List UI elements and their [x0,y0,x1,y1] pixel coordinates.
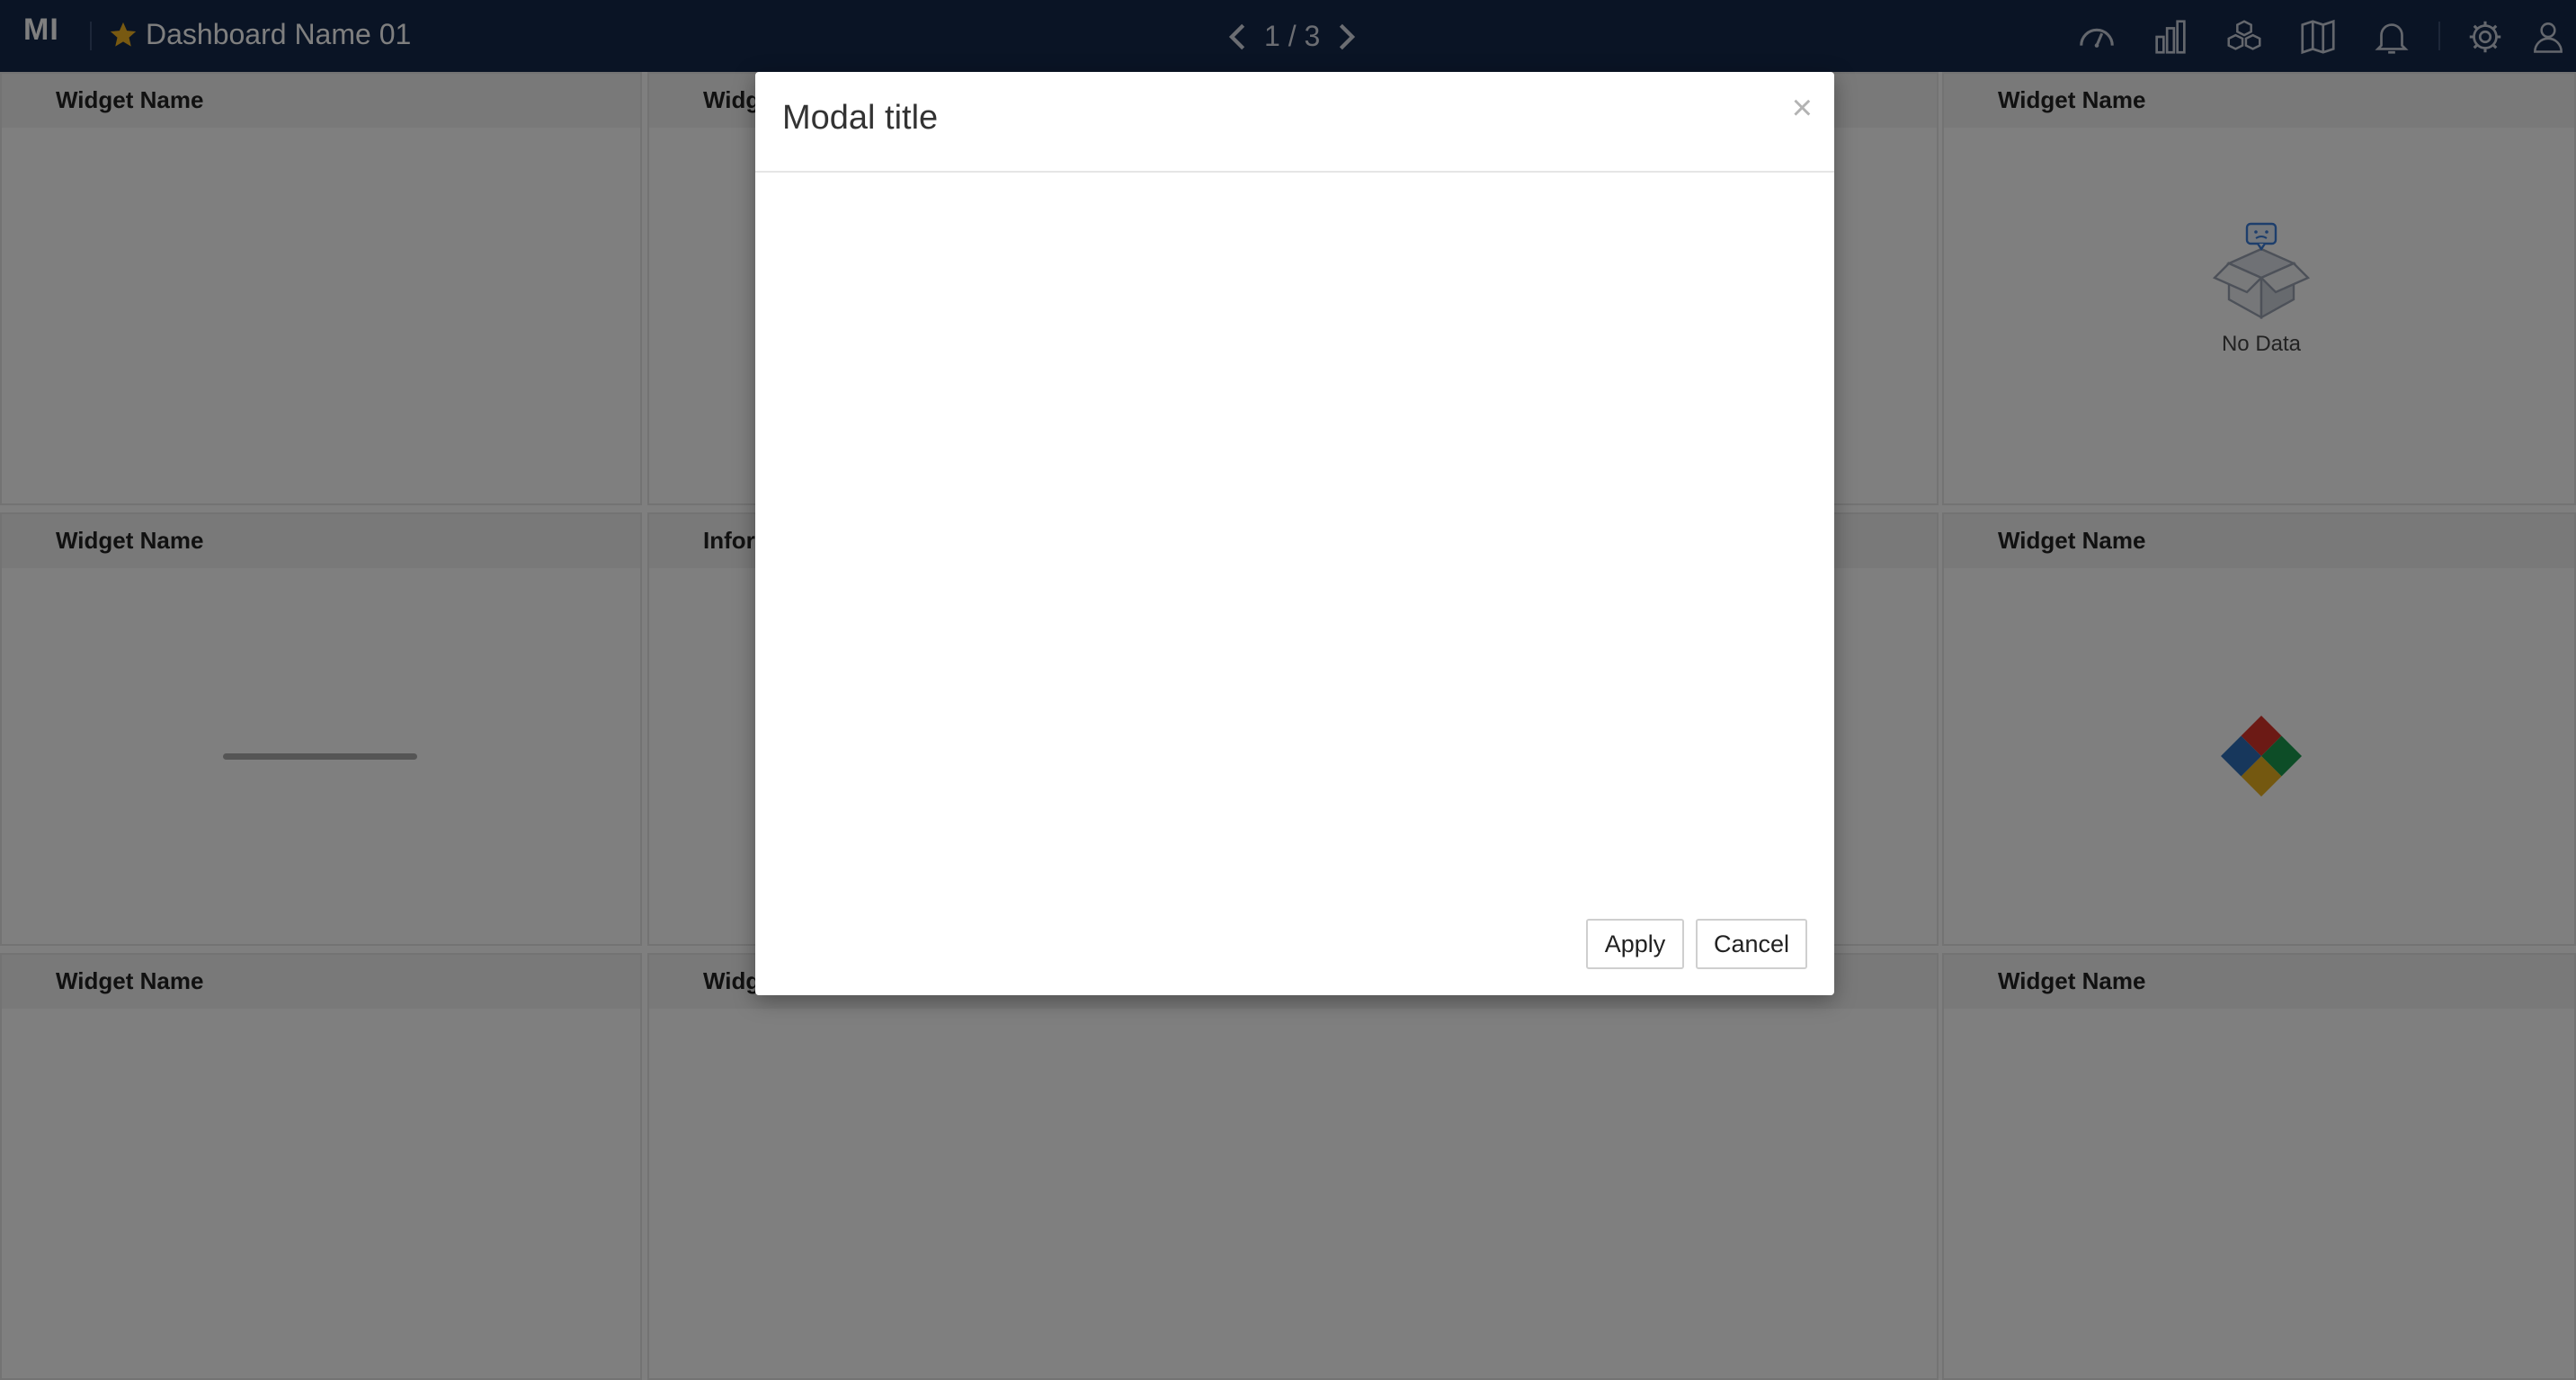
modal-title: Modal title [782,99,939,137]
cancel-button[interactable]: Cancel [1696,919,1807,969]
modal-body [755,173,1834,896]
close-icon[interactable]: × [1792,90,1813,126]
apply-button[interactable]: Apply [1586,919,1684,969]
modal-header: Modal title × [755,72,1834,173]
modal-dialog: Modal title × Apply Cancel [755,72,1834,995]
